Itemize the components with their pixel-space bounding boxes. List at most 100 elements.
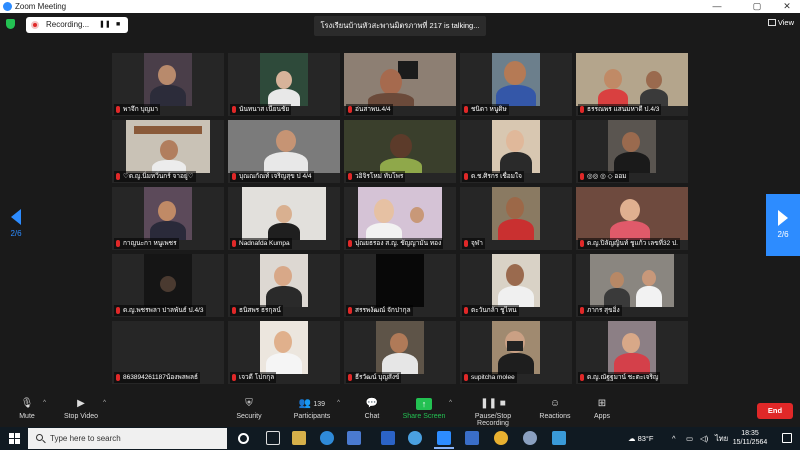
- mic-muted-icon: [464, 307, 468, 314]
- participant-name: ด.ช.ศิรกร เชื่อมใจ: [462, 171, 524, 182]
- video-tile[interactable]: ธีรวัฒน์ บุญสังข์: [344, 321, 456, 384]
- video-tile[interactable]: สรรพงัฒณ์ จักปากุล: [344, 254, 456, 317]
- language-indicator[interactable]: ไทย: [715, 427, 728, 450]
- file-explorer-icon[interactable]: [292, 431, 306, 445]
- chevron-left-icon: [11, 209, 21, 225]
- participant-video: [492, 187, 540, 240]
- view-button[interactable]: View: [767, 18, 794, 27]
- video-tile[interactable]: พาจึก บุญมา: [112, 53, 224, 116]
- video-tile[interactable]: ด.ญ.พชรพลา ปาลพันธ์ ป.4/3: [112, 254, 224, 317]
- notifications-icon[interactable]: [782, 433, 792, 443]
- participant-name: บุณณกัณท์ เจริญสุข ป 4/4: [230, 171, 314, 182]
- task-view-icon[interactable]: [266, 431, 280, 445]
- video-tile[interactable]: ด.ญ.ณัฐฐมาน์ ชะตะเจริญ: [576, 321, 688, 384]
- shield-icon[interactable]: [6, 19, 15, 29]
- participant-name: อ่นสาพน.4/4: [346, 104, 393, 115]
- video-tile[interactable]: ♡ด.ญ.นิ่มหวิ่นกร์ จาอยู่♡: [112, 120, 224, 183]
- video-tile[interactable]: ชนิดา หนูดิษ: [460, 53, 572, 116]
- maximize-button[interactable]: ▢: [746, 0, 768, 13]
- video-tile[interactable]: นันทนาส เนียนชัย: [228, 53, 340, 116]
- window-title: Zoom Meeting: [15, 2, 67, 11]
- stop-recording-button[interactable]: ■: [116, 17, 120, 33]
- video-tile[interactable]: supitcha molee: [460, 321, 572, 384]
- photos-icon[interactable]: [465, 431, 479, 445]
- video-tile[interactable]: ตะวันกล้า ชูไหน: [460, 254, 572, 317]
- video-tile[interactable]: ด.ญ.ปิลัญญินท์ ชูแก้ว เลขที่32 ป.: [576, 187, 688, 250]
- video-tile[interactable]: อ่นสาพน.4/4: [344, 53, 456, 116]
- app-icon-2[interactable]: [523, 431, 537, 445]
- participant-video: [144, 53, 192, 106]
- participant-name: ธีรวัฒน์ บุญสังข์: [346, 372, 402, 383]
- volume-icon[interactable]: ◁): [700, 427, 708, 450]
- stop-video-button[interactable]: ▶ Stop Video ^: [62, 398, 106, 426]
- mute-button[interactable]: 🎙 Mute ^: [14, 398, 46, 426]
- grid-view-icon: [767, 19, 776, 26]
- mic-muted-icon: [348, 307, 352, 314]
- app-icon[interactable]: [408, 431, 422, 445]
- taskbar-clock[interactable]: 18:35 15/11/2564: [728, 429, 772, 447]
- video-tile[interactable]: ธนิสพร ธรกุลน์: [228, 254, 340, 317]
- pause-stop-recording-button[interactable]: ❚❚ ■ Pause/Stop Recording: [458, 398, 528, 427]
- video-tile[interactable]: ปุณยธรอง ส.ญ. ชัญญามัน ทอง: [344, 187, 456, 250]
- chrome-icon[interactable]: [494, 431, 508, 445]
- mute-options-caret[interactable]: ^: [43, 400, 46, 406]
- zoom-logo-icon: [3, 2, 12, 11]
- mic-muted-icon: [116, 374, 120, 381]
- minimize-button[interactable]: —: [706, 0, 728, 13]
- store-icon[interactable]: [347, 431, 361, 445]
- video-tile[interactable]: ธรรณพร แสนมหาดี ป.4/3: [576, 53, 688, 116]
- video-tile[interactable]: กาญนะกา หนูเพชร: [112, 187, 224, 250]
- active-speaker-banner: โรงเรียนบ้านหัวสะพานมิตรภาพที่ 217 is ta…: [314, 16, 486, 36]
- page-indicator-left: 2/6: [10, 229, 22, 238]
- video-tile[interactable]: Nadnafda Kumpa: [228, 187, 340, 250]
- participant-video: [126, 120, 210, 173]
- apps-icon: ⊞: [597, 398, 607, 409]
- cortana-icon[interactable]: [238, 433, 249, 444]
- meeting-toolbar: 🎙 Mute ^ ▶ Stop Video ^ ⛨ Security 👥 139 …: [0, 395, 800, 427]
- windows-start-icon[interactable]: [9, 433, 20, 444]
- zoom-taskbar-icon[interactable]: [434, 431, 454, 449]
- video-tile[interactable]: ด.ช.ศิรกร เชื่อมใจ: [460, 120, 572, 183]
- participant-video: [344, 53, 456, 106]
- next-page-button[interactable]: 2/6: [766, 194, 800, 256]
- edge-icon[interactable]: [320, 431, 334, 445]
- participants-options-caret[interactable]: ^: [337, 400, 340, 406]
- share-options-caret[interactable]: ^: [449, 400, 452, 406]
- word-icon[interactable]: [381, 431, 395, 445]
- security-shield-icon: ⛨: [245, 398, 253, 409]
- previous-page-button[interactable]: 2/6: [8, 209, 24, 249]
- apps-button[interactable]: ⊞ Apps: [592, 398, 612, 426]
- network-icon[interactable]: ▭: [686, 427, 693, 450]
- video-options-caret[interactable]: ^: [103, 400, 106, 406]
- chat-button[interactable]: 💬 Chat: [362, 398, 382, 426]
- tray-expand-caret[interactable]: ^: [672, 427, 676, 450]
- app-icon-3[interactable]: [552, 431, 566, 445]
- video-tile[interactable]: ภากร สุขอิ่ง: [576, 254, 688, 317]
- participant-name: ตะวันกล้า ชูไหน: [462, 305, 519, 316]
- recording-indicator: Recording... ❚❚ ■: [26, 17, 128, 33]
- pause-stop-icon: ❚❚ ■: [480, 398, 506, 409]
- video-tile[interactable]: 863894261187น้องพลพลธ์: [112, 321, 224, 384]
- reactions-button[interactable]: ☺ Reactions: [538, 398, 572, 426]
- weather-indicator[interactable]: ☁ 83°F: [628, 427, 654, 450]
- video-tile[interactable]: ◎◎ ◎ ◇ ออม: [576, 120, 688, 183]
- security-button[interactable]: ⛨ Security: [234, 398, 264, 426]
- participant-video: [492, 321, 540, 374]
- mic-muted-icon: [348, 374, 352, 381]
- mic-muted-icon: [116, 307, 120, 314]
- close-button[interactable]: ✕: [776, 0, 798, 13]
- video-tile[interactable]: บุณณกัณท์ เจริญสุข ป 4/4: [228, 120, 340, 183]
- end-meeting-button[interactable]: End: [757, 403, 793, 419]
- video-tile[interactable]: วอิจิรโหม่ ทับโพร: [344, 120, 456, 183]
- participant-name: กาญนะกา หนูเพชร: [114, 238, 179, 249]
- video-tile[interactable]: จุฬา: [460, 187, 572, 250]
- participant-name: นันทนาส เนียนชัย: [230, 104, 292, 115]
- participant-video: [576, 187, 688, 240]
- video-tile[interactable]: เจวดี โปกกุล: [228, 321, 340, 384]
- participant-video: [260, 254, 308, 307]
- pause-recording-button[interactable]: ❚❚: [99, 17, 111, 33]
- participant-video: [228, 120, 340, 173]
- share-screen-button[interactable]: ↑ Share Screen ^: [402, 398, 452, 426]
- taskbar-search-box[interactable]: Type here to search: [28, 428, 227, 449]
- participants-button[interactable]: 👥 139 Participants ^: [290, 398, 340, 426]
